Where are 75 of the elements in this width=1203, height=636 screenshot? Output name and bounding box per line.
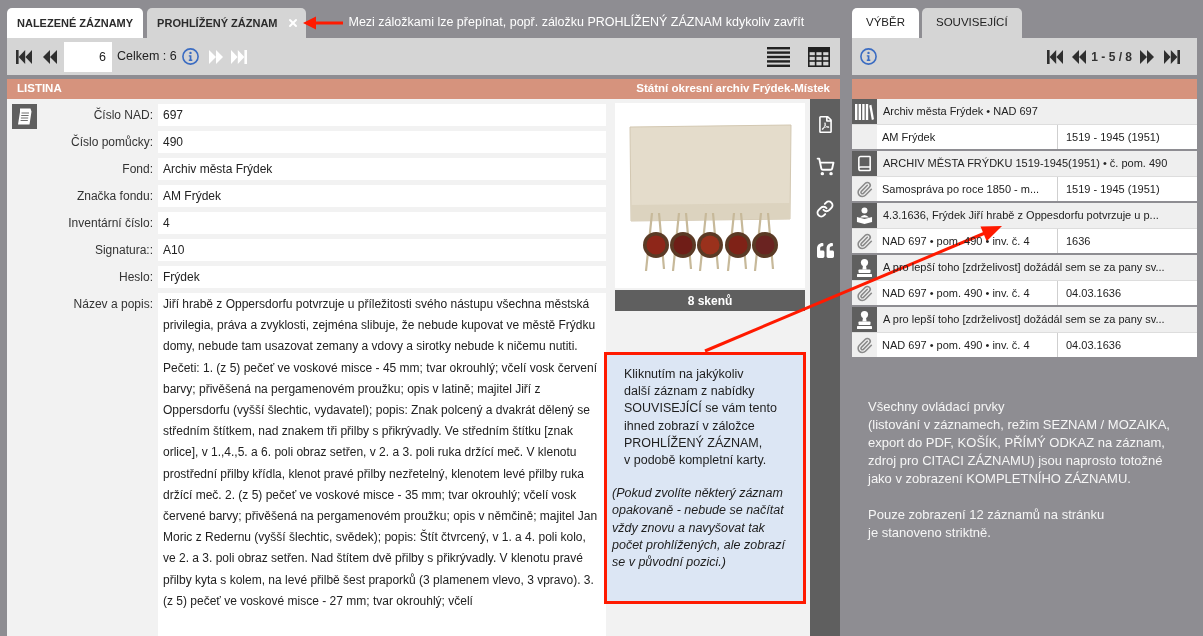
first-page-icon[interactable] xyxy=(16,49,32,64)
tab[interactable]: NALEZENÉ ZÁZNAMY xyxy=(7,8,144,38)
description-paragraph: Pečeti: 1. (z 5) pečeť ve voskové misce - 45 mm; tvar okrouhlý; včelí vosk červení barvy; přivěšená na pergamenovém proužku; opis v latině; majitel Jiří z Oppersdorfu (vyšší šlechtic, vydavatel); popis: Znak polcený a dvakrát dělený se středním štítkem, nad znakem tři přilby s přikrývadly. Ve středním štítku [znak orlice], v 1.,4.,5. a 6. poli obraz setřen, v 2. a 3. poli ruka držící meč. V klenotu prostřední přilby křídla, klenot pravé přilby nezřetelný, klenotem levé přilby ruka držící meč. 2. (z 5) pečeť ve voskové misce - 35 mm; tvar okrouhlý; včelí vosk červené barvy; přivěšená na pergamenovém proužku; opis v němčině; majitel Jan Moric z Redernu (vyšší šlechtic, svědek); popis: Štít čtvrcený, v 1. a 4. poli kolo, ve 2. a 3. poli obraz setřen. Nad štítem dvě přilby s přikrývadly. V klenotu pravé přilby kyta s kolem, na levé přilbě šest praporků (3 plamenem vlevo, 3 vpravo). 3. (z 5) pečeť ve voskové misce - 27 mm; tvar okrouhlý; včelí xyxy=(163,359,599,610)
field-label: Číslo pomůcky: xyxy=(69,133,153,151)
quote-icon[interactable] xyxy=(816,242,834,259)
scan-count-caption[interactable]: 8 skenů xyxy=(615,290,805,311)
field-value: A10 xyxy=(158,239,606,261)
field-label: Signatura:: xyxy=(93,242,153,259)
record-reference: NAD 697 • pom. 490 • inv. č. 4 xyxy=(877,333,1058,357)
field-label: Inventární číslo: xyxy=(67,215,153,232)
previous-page-icon[interactable] xyxy=(43,49,57,64)
stamp-icon xyxy=(852,307,877,332)
record-title-row[interactable]: 4.3.1636, Frýdek Jiří hrabě z Oppesdorfu potvrzuje u p... xyxy=(852,203,1197,228)
last-page-icon[interactable] xyxy=(1164,49,1180,64)
record-dates: 04.03.1636 xyxy=(1065,338,1123,353)
callout-note: (Pokud zvolíte některý záznam opakovaně - nebude se načítat vždy znovu a navyšovat tak počet prohlížených, ale zobrazí se v původní pozici.) xyxy=(610,485,787,572)
record-title: A pro lepší toho [zdrželivost] dožádál sem se za pany sv... xyxy=(883,312,1165,327)
info-note: Pouze zobrazení 12 záznamů na stránku je stanoveno striktně. xyxy=(868,506,1106,542)
grid-view-icon[interactable] xyxy=(808,46,830,67)
document-icon xyxy=(12,104,37,129)
field-value: Archiv města Frýdek xyxy=(158,158,606,180)
record-details-row[interactable]: NAD 697 • pom. 490 • inv. č. 4 04.03.1636 xyxy=(852,332,1197,357)
tab[interactable]: SOUVISEJÍCÍ xyxy=(922,8,1022,38)
field-label: Fond: xyxy=(121,161,153,178)
previous-page-icon[interactable] xyxy=(1072,49,1087,64)
scan-thumbnail[interactable] xyxy=(615,103,805,288)
field-value: 4 xyxy=(158,212,606,234)
record-reference: NAD 697 • pom. 490 • inv. č. 4 xyxy=(877,281,1058,305)
field-label: Číslo NAD: xyxy=(92,106,153,124)
list-view-icon[interactable] xyxy=(767,46,790,67)
info-icon[interactable] xyxy=(860,48,877,65)
record-title-row[interactable]: Archiv města Frýdek • NAD 697 xyxy=(852,99,1197,124)
cart-icon[interactable] xyxy=(815,157,835,176)
book-icon xyxy=(852,151,877,176)
record-details-row[interactable]: Samospráva po roce 1850 - m... 1519 - 1945 (1951) xyxy=(852,176,1197,201)
total-count: Celkem : 6 xyxy=(117,48,177,66)
record-dates: 04.03.1636 xyxy=(1065,286,1123,301)
stamp-icon xyxy=(852,255,877,280)
link-icon[interactable] xyxy=(816,200,834,218)
page-input[interactable]: 6 xyxy=(64,41,112,72)
page-range: 1 - 5 / 8 xyxy=(1091,48,1132,66)
record-type: LISTINA xyxy=(17,81,62,97)
field-value: 490 xyxy=(158,131,606,153)
next-page-icon[interactable] xyxy=(1140,49,1154,64)
callout-text: Kliknutím na jakýkoliv další záznam z nabídky SOUVISEJÍCÍ se vám tento ihned zobrazí v záložce PROHLÍŽENÝ ZÁZNAM, v podobě kompletní karty. xyxy=(623,366,778,469)
record-dates: 1519 - 1945 (1951) xyxy=(1065,182,1161,197)
description-paragraph: Jiří hrabě z Oppersdorfu potvrzuje u příležitosti svého nástupu všechna městská privilegia, práva a zvyklosti, zejména slibuje, že nebude kupovat ve městě Frýdku domy, nebude tam usazovat zemany a vdovy a sirotky nebude k ničemu nutiti. xyxy=(163,296,597,356)
record-dates: 1519 - 1945 (1951) xyxy=(1065,130,1161,145)
field-label: Název a popis: xyxy=(72,296,153,313)
books-icon xyxy=(852,99,877,124)
record-reference: AM Frýdek xyxy=(877,125,1058,149)
archive-name: Státní okresní archiv Frýdek-Místek xyxy=(636,81,830,97)
record-reference: Samospráva po roce 1850 - m... xyxy=(877,177,1058,201)
record-title: ARCHIV MĚSTA FRÝDKU 1519-1945(1951) • č. pom. 490 xyxy=(883,156,1168,171)
tab[interactable]: PROHLÍŽENÝ ZÁZNAM xyxy=(147,8,306,38)
tab-hint-note: Mezi záložkami lze přepínat, popř. záložku PROHLÍŽENÝ ZÁZNAM kdykoliv zavřít xyxy=(348,13,805,32)
tab[interactable]: VÝBĚR xyxy=(852,8,919,38)
record-title: Archiv města Frýdek • NAD 697 xyxy=(883,104,1038,119)
pointer-arrow xyxy=(302,15,343,30)
info-icon[interactable] xyxy=(181,48,199,65)
record-title-row[interactable]: A pro lepší toho [zdrželivost] dožádál sem se za pany sv... xyxy=(852,307,1197,332)
record-details-row[interactable]: NAD 697 • pom. 490 • inv. č. 4 04.03.1636 xyxy=(852,280,1197,305)
record-details-row[interactable]: AM Frýdek 1519 - 1945 (1951) xyxy=(852,124,1197,149)
pdf-file-icon[interactable] xyxy=(816,116,834,133)
field-value: 697 xyxy=(158,104,606,126)
record-dates: 1636 xyxy=(1065,234,1092,249)
person-reading-icon xyxy=(852,203,877,228)
field-value: Frýdek xyxy=(158,266,606,288)
record-title: 4.3.1636, Frýdek Jiří hrabě z Oppesdorfu potvrzuje u p... xyxy=(883,208,1159,223)
record-title-row[interactable]: ARCHIV MĚSTA FRÝDKU 1519-1945(1951) • č. pom. 490 xyxy=(852,151,1197,176)
info-note: Všechny ovládací prvky (listování v záznamech, režim SEZNAM / MOZAIKA, export do PDF, KOŠÍK, PŘÍMÝ ODKAZ na záznam, zdroj pro CITACI ZÁZNAMU) jsou naprosto totožné jako v zobrazení KOMPLETNÍHO ZÁZNAMU. xyxy=(868,398,1171,488)
field-label: Značka fondu: xyxy=(75,188,153,205)
first-page-icon[interactable] xyxy=(1047,49,1064,64)
field-label: Heslo: xyxy=(118,269,153,286)
field-value: AM Frýdek xyxy=(158,185,606,207)
